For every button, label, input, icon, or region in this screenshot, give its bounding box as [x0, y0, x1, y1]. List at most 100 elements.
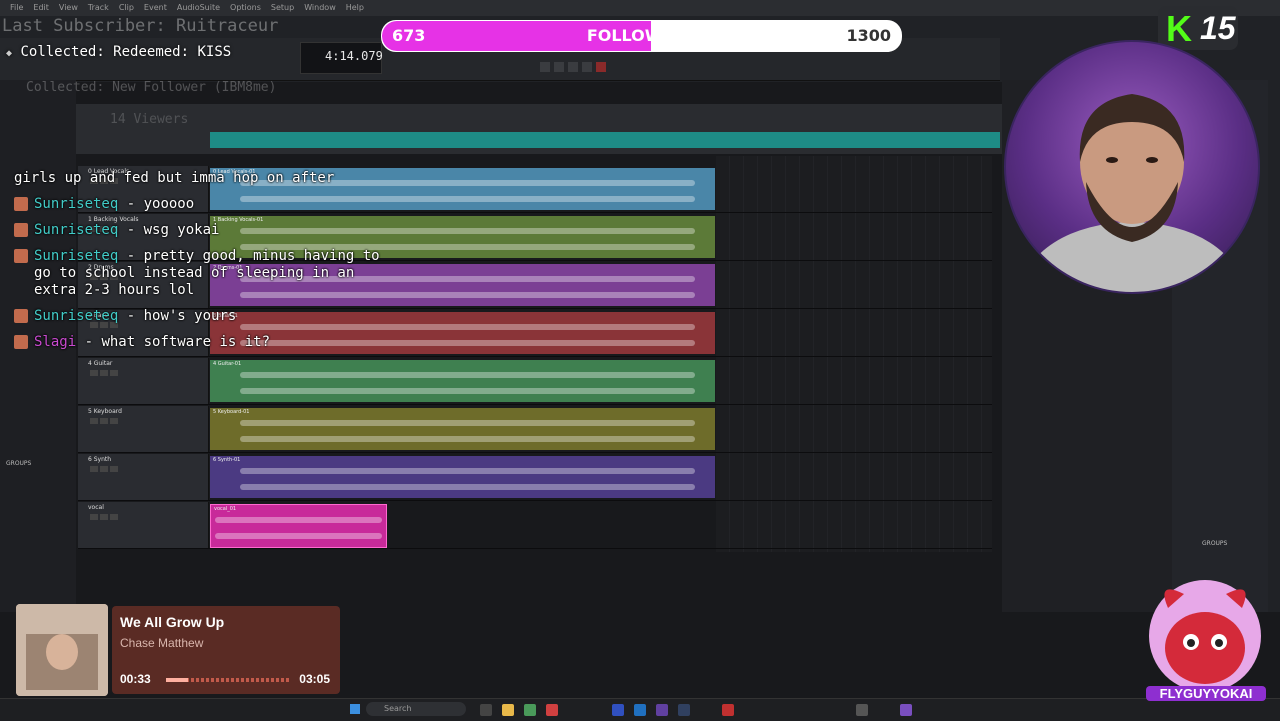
kick-badge: K 15 — [1158, 6, 1238, 50]
track-solo-button[interactable] — [100, 514, 108, 520]
taskbar: Search — [0, 698, 1280, 721]
subscriber-badge-icon — [14, 197, 28, 211]
chat-message-body: Sunriseteq - pretty good, minus having t… — [34, 248, 394, 299]
stop-button[interactable] — [554, 62, 564, 72]
waveform — [215, 517, 382, 523]
diamond-icon: ◆ — [6, 48, 13, 59]
menu-item-clip[interactable]: Clip — [119, 3, 134, 12]
subscriber-badge-icon — [14, 335, 28, 349]
waveform — [240, 468, 695, 474]
chat-message: Slagi - what software is it? — [14, 334, 394, 351]
viewers-overlay: 14 Viewers — [110, 112, 189, 127]
track-name[interactable]: vocal — [88, 504, 104, 511]
folder-icon[interactable] — [502, 704, 514, 716]
audio-clip[interactable]: 6 Synth-01 — [210, 456, 715, 498]
transport-controls — [540, 62, 610, 74]
now-playing-widget: We All Grow Up Chase Matthew 00:33 03:05 — [4, 604, 340, 696]
chat-username: Sunriseteq — [34, 248, 119, 264]
collected-redeemed-overlay: ◆ Collected: Redeemed: KISS — [6, 44, 231, 60]
menu-item-view[interactable]: View — [59, 3, 78, 12]
record-button[interactable] — [596, 62, 606, 72]
track-name[interactable]: 5 Keyboard — [88, 408, 122, 415]
timeline-ruler[interactable] — [76, 104, 1002, 154]
track-mute-button[interactable] — [110, 418, 118, 424]
twitch-icon[interactable] — [900, 704, 912, 716]
menu-item-event[interactable]: Event — [144, 3, 167, 12]
subscriber-badge-icon — [14, 309, 28, 323]
track-mute-button[interactable] — [110, 514, 118, 520]
menu-item-window[interactable]: Window — [304, 3, 336, 12]
track-solo-button[interactable] — [100, 418, 108, 424]
song-duration: 03:05 — [299, 672, 330, 686]
menu-item-options[interactable]: Options — [230, 3, 261, 12]
song-progress-fill — [166, 678, 189, 682]
track-name[interactable]: 6 Synth — [88, 456, 111, 463]
chat-message-body: Sunriseteq - yooooo — [34, 196, 194, 213]
collected-redeemed-text: Collected: Redeemed: KISS — [20, 44, 232, 60]
audio-clip[interactable]: vocal_01 — [210, 504, 387, 548]
track-rec-button[interactable] — [90, 466, 98, 472]
photoshop-icon[interactable] — [634, 704, 646, 716]
chat-message-body: Sunriseteq - how's yours — [34, 308, 236, 325]
windows-start-icon[interactable] — [350, 704, 360, 714]
forward-button[interactable] — [582, 62, 592, 72]
audio-clip[interactable]: 5 Keyboard-01 — [210, 408, 715, 450]
animate-icon[interactable] — [678, 704, 690, 716]
chat-text: - what software is it? — [84, 334, 271, 350]
track-mute-button[interactable] — [110, 466, 118, 472]
menu-bar: File Edit View Track Clip Event AudioSuite Opti… — [0, 0, 1280, 16]
track-row[interactable]: 5 Keyboard 5 Keyboard-01 — [78, 406, 992, 453]
track-row[interactable]: vocal vocal_01 — [78, 502, 992, 549]
premiere-icon[interactable] — [612, 704, 624, 716]
youtube-icon[interactable] — [722, 704, 734, 716]
play-button[interactable] — [568, 62, 578, 72]
track-name[interactable]: 4 Guitar — [88, 360, 112, 367]
rewind-button[interactable] — [540, 62, 550, 72]
chat-message: girls up and fed but imma hop on after — [14, 170, 394, 187]
chrome-icon[interactable] — [524, 704, 536, 716]
track-solo-button[interactable] — [100, 370, 108, 376]
waveform — [240, 388, 695, 394]
track-rec-button[interactable] — [90, 418, 98, 424]
kick-logo-icon: K — [1166, 8, 1192, 49]
file-explorer-icon[interactable] — [480, 704, 492, 716]
search-placeholder: Search — [384, 704, 412, 713]
track-header[interactable]: 6 Synth — [78, 454, 209, 500]
menu-item-edit[interactable]: Edit — [33, 3, 49, 12]
main-counter[interactable]: 4:14.079 — [300, 42, 383, 74]
mascot-name: FLYGUYYOKAI — [1146, 686, 1266, 701]
album-art-image — [16, 604, 108, 696]
track-row[interactable]: 4 Guitar 4 Guitar-01 — [78, 358, 992, 405]
track-rec-button[interactable] — [90, 514, 98, 520]
track-header[interactable]: vocal — [78, 502, 209, 548]
obs-icon[interactable] — [856, 704, 868, 716]
track-mute-button[interactable] — [110, 370, 118, 376]
song-artist: Chase Matthew — [120, 636, 204, 650]
app-icon[interactable] — [546, 704, 558, 716]
after-effects-icon[interactable] — [656, 704, 668, 716]
track-header[interactable]: 4 Guitar — [78, 358, 209, 404]
menu-item-file[interactable]: File — [10, 3, 23, 12]
menu-item-help[interactable]: Help — [346, 3, 364, 12]
track-rec-button[interactable] — [90, 370, 98, 376]
chat-message: Sunriseteq - yooooo — [14, 196, 394, 213]
groups-label: GROUPS — [6, 460, 32, 467]
track-row[interactable]: 6 Synth 6 Synth-01 — [78, 454, 992, 501]
track-header[interactable]: 5 Keyboard — [78, 406, 209, 452]
taskbar-search[interactable]: Search — [366, 702, 466, 716]
menu-item-setup[interactable]: Setup — [271, 3, 294, 12]
track-solo-button[interactable] — [100, 466, 108, 472]
follower-count: 673 — [392, 26, 426, 45]
menu-item-audiosuite[interactable]: AudioSuite — [177, 3, 220, 12]
chat-message-body: Slagi - what software is it? — [34, 334, 270, 351]
chat-username: Sunriseteq — [34, 196, 119, 212]
menu-item-track[interactable]: Track — [88, 3, 109, 12]
clip-name: 5 Keyboard-01 — [213, 409, 250, 415]
clip-name: vocal_01 — [214, 506, 237, 512]
subscriber-badge-icon — [14, 249, 28, 263]
subscriber-badge-icon — [14, 223, 28, 237]
audio-clip[interactable]: 4 Guitar-01 — [210, 360, 715, 402]
clip-name: 4 Guitar-01 — [213, 361, 242, 367]
waveform — [240, 420, 695, 426]
waveform — [240, 372, 695, 378]
